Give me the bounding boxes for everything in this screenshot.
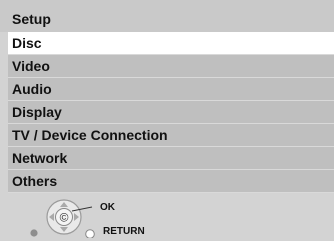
- menu-item-tv-device-connection[interactable]: TV / Device Connection: [8, 124, 334, 147]
- back-dot-icon: [30, 229, 38, 237]
- remote-dpad-icon: ©: [30, 199, 95, 238]
- setup-menu: Disc Video Audio Display TV / Device Con…: [8, 32, 334, 193]
- menu-item-display[interactable]: Display: [8, 101, 334, 124]
- setup-screen: Setup Disc Video Audio Display TV / Devi…: [0, 0, 334, 241]
- ok-label: OK: [100, 202, 115, 213]
- return-label: RETURN: [103, 226, 145, 237]
- menu-item-disc[interactable]: Disc: [8, 32, 334, 55]
- return-button-icon: [85, 229, 95, 238]
- menu-item-video[interactable]: Video: [8, 55, 334, 78]
- menu-item-network[interactable]: Network: [8, 147, 334, 170]
- dpad-center-glyph: ©: [60, 211, 69, 225]
- page-title: Setup: [0, 0, 334, 32]
- button-legend: © OK RETURN: [30, 194, 170, 238]
- menu-item-audio[interactable]: Audio: [8, 78, 334, 101]
- menu-item-others[interactable]: Others: [8, 170, 334, 193]
